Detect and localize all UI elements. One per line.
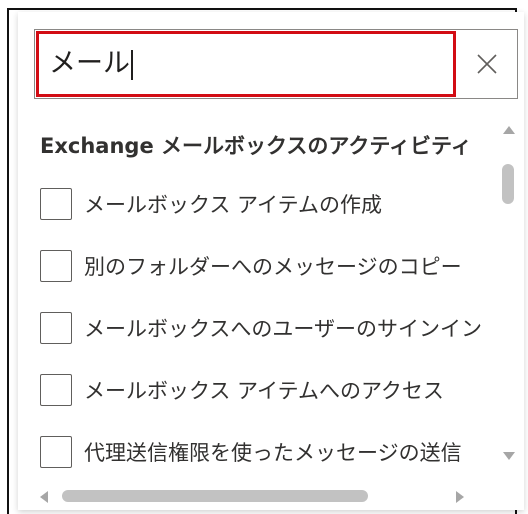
list-item[interactable]: メールボックスへのユーザーのサインイン [40, 308, 482, 348]
search-box: メール [34, 29, 518, 99]
list-item[interactable]: メールボックス アイテムへのアクセス [40, 370, 444, 410]
checkbox[interactable] [40, 312, 72, 344]
clear-search-button[interactable] [458, 31, 516, 97]
scroll-up-icon[interactable] [503, 126, 515, 134]
scroll-left-icon[interactable] [40, 491, 48, 503]
horizontal-scrollbar[interactable] [18, 482, 496, 510]
search-input-value: メール [49, 48, 130, 79]
checkbox[interactable] [40, 436, 72, 468]
list-item-label: メールボックス アイテムへのアクセス [84, 379, 444, 403]
checkbox[interactable] [40, 250, 72, 282]
list-item-label: メールボックス アイテムの作成 [84, 193, 382, 217]
checkbox[interactable] [40, 188, 72, 220]
close-icon [477, 54, 497, 74]
horizontal-scroll-thumb[interactable] [62, 490, 368, 502]
activity-filter-dropdown: メール Exchange メールボックスのアクティビティ メールボックス アイテ… [18, 12, 524, 510]
scroll-right-icon[interactable] [456, 491, 464, 503]
text-caret [131, 49, 133, 80]
list-item[interactable]: メールボックス アイテムの作成 [40, 184, 382, 224]
list-item-label: 代理送信権限を使ったメッセージの送信 [84, 441, 462, 465]
list-item[interactable]: 代理送信権限を使ったメッセージの送信 [40, 432, 462, 472]
list-item-label: メールボックスへのユーザーのサインイン [84, 317, 482, 341]
vertical-scroll-thumb[interactable] [502, 164, 514, 204]
vertical-scrollbar[interactable] [496, 112, 524, 478]
scroll-down-icon[interactable] [503, 452, 515, 460]
search-input[interactable]: メール [36, 31, 456, 97]
list-item[interactable]: 別のフォルダーへのメッセージのコピー [40, 246, 462, 286]
checkbox[interactable] [40, 374, 72, 406]
list-item-label: 別のフォルダーへのメッセージのコピー [84, 255, 462, 279]
group-header: Exchange メールボックスのアクティビティ [40, 134, 472, 158]
activity-list: Exchange メールボックスのアクティビティ メールボックス アイテムの作成… [18, 112, 510, 478]
